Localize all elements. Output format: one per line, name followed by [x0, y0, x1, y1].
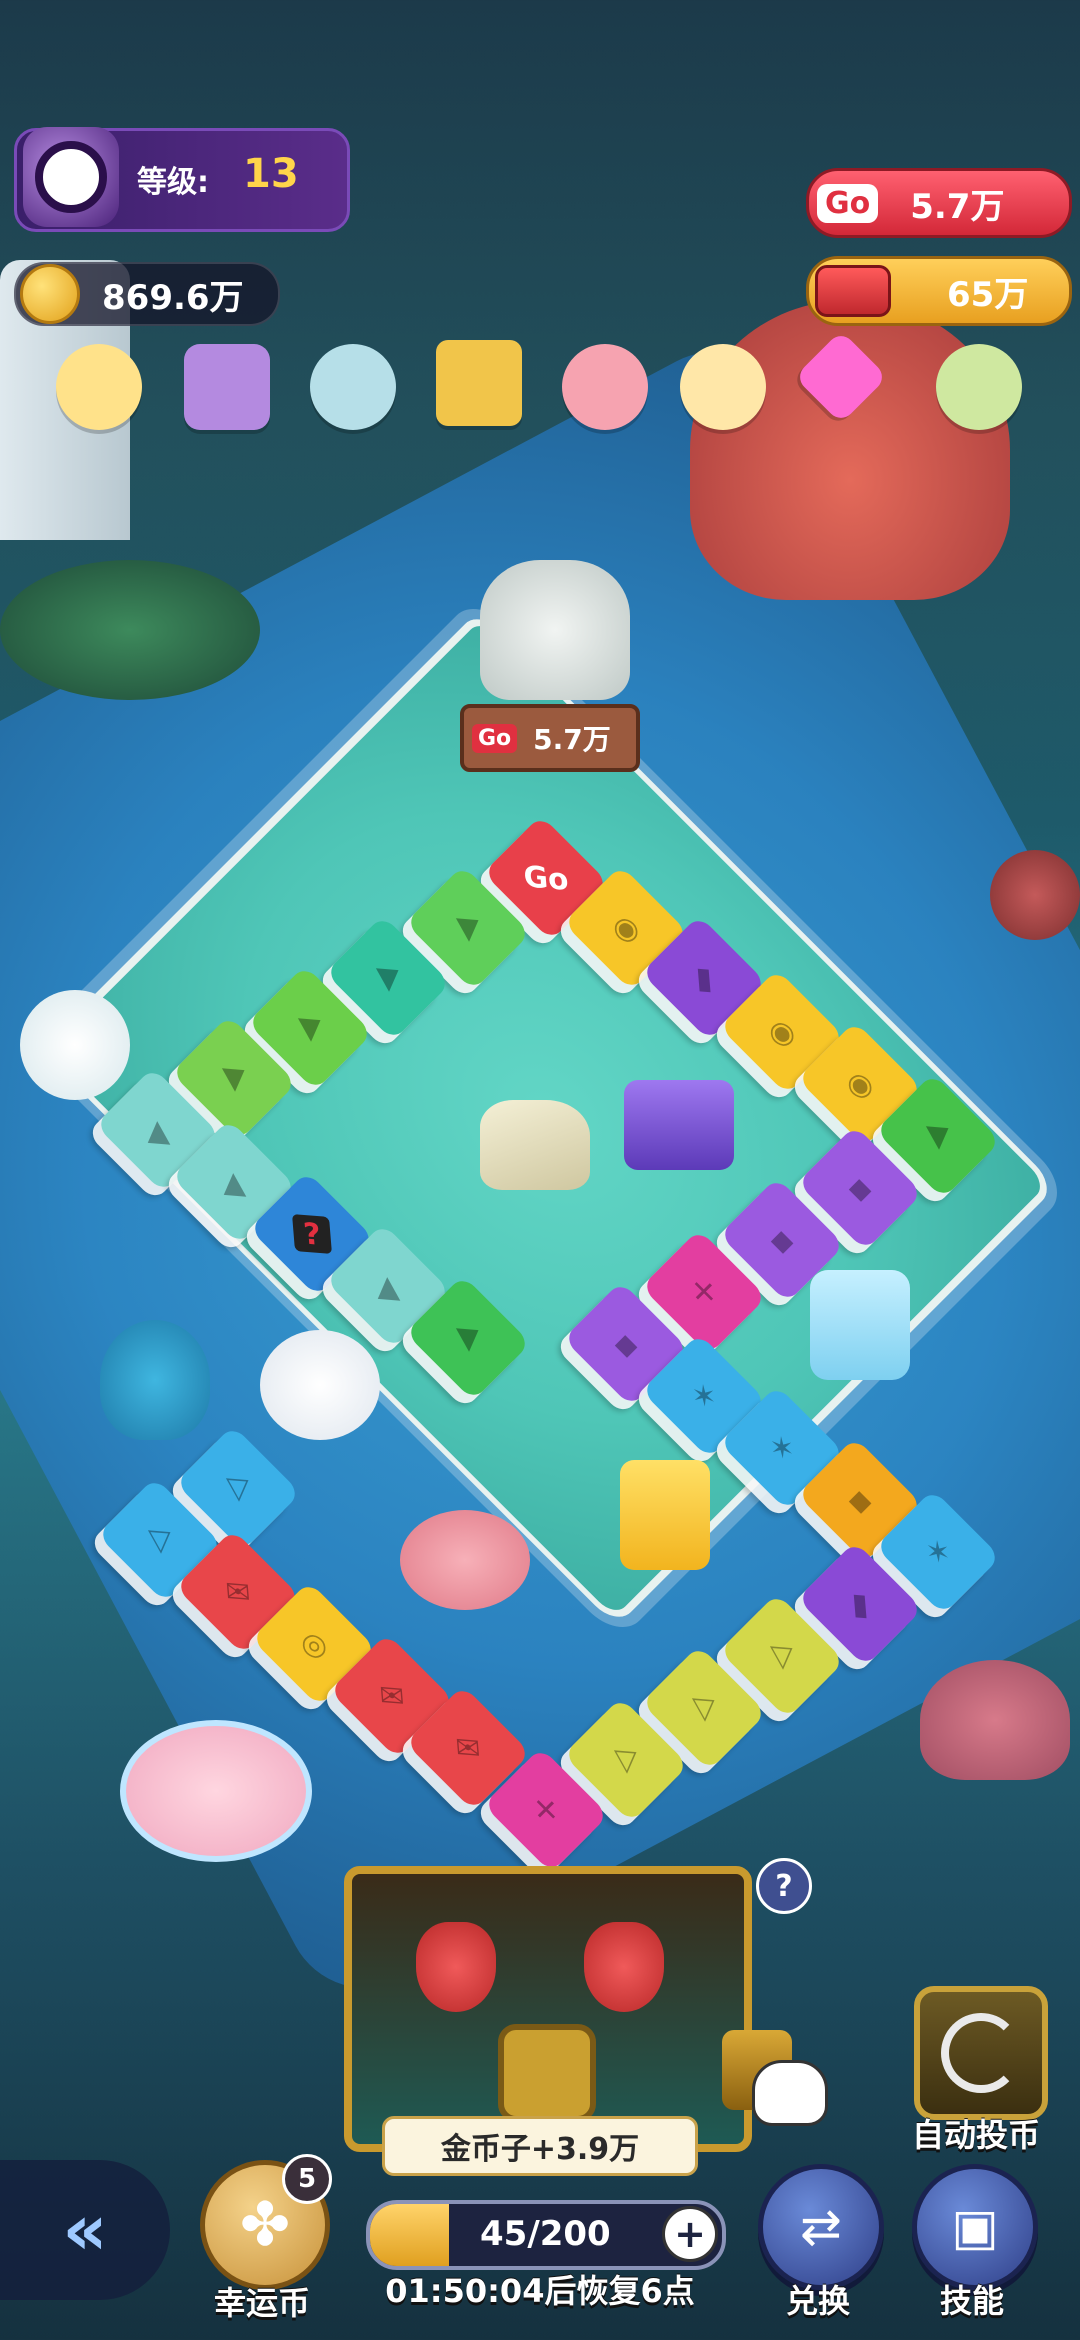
crown-counter[interactable]: 65万 — [806, 256, 1072, 326]
ice-penguin-figure — [810, 1270, 910, 1380]
book-character-icon[interactable] — [184, 344, 270, 430]
lucky-badge: 5 — [282, 2154, 332, 2204]
sleepy-bird-character-icon[interactable] — [936, 344, 1022, 430]
reward-label-box: 金币子+3.9万 — [382, 2116, 698, 2176]
lucky-coin-label: 幸运币 — [213, 2284, 310, 2322]
coin-counter[interactable]: 869.6万 — [14, 262, 280, 326]
go-sign-badge: Go — [472, 723, 518, 753]
question-icon: ? — [775, 1868, 793, 1904]
gold-coin-icon — [20, 264, 80, 324]
help-button[interactable]: ? — [756, 1858, 812, 1914]
go-counter[interactable]: Go 5.7万 — [806, 168, 1072, 238]
plus-icon: + — [674, 2212, 706, 2256]
chest-lock-icon — [498, 2024, 596, 2122]
go-sign: Go 5.7万 — [460, 704, 640, 772]
octopus — [920, 1660, 1070, 1780]
mummy-dragon — [480, 560, 630, 700]
lucky-badge-count: 5 — [297, 2164, 317, 2194]
reward-chest[interactable] — [344, 1866, 752, 2152]
treasure-chest-figure — [624, 1080, 734, 1170]
money-bag-icon — [584, 1922, 664, 2012]
add-energy-button[interactable]: + — [662, 2206, 718, 2262]
go-amount: 5.7万 — [910, 186, 1005, 227]
auto-coin-button[interactable] — [914, 1986, 1048, 2120]
skill-label: 技能 — [939, 2282, 1004, 2320]
penguin-figure — [100, 1320, 210, 1440]
money-bag-icon — [416, 1922, 496, 2012]
avatar-face-icon — [35, 141, 107, 213]
go-sign-amount: 5.7万 — [533, 723, 611, 756]
back-arrow-icon: « — [62, 2189, 108, 2271]
crown-icon — [815, 265, 891, 317]
crown-amount: 65万 — [947, 274, 1029, 315]
pig-bank-figure — [400, 1510, 530, 1610]
cards-character-icon[interactable] — [436, 340, 522, 426]
exchange-icon: ⇄ — [800, 2198, 842, 2256]
ghost-figure — [260, 1330, 380, 1440]
mystery-tile-label: ? — [292, 1214, 332, 1254]
tree-bush — [0, 560, 260, 700]
reward-text: 金币子+3.9万 — [440, 2132, 640, 2167]
back-button[interactable]: « — [0, 2160, 170, 2300]
exchange-button[interactable]: ⇄ — [758, 2164, 884, 2290]
avatar[interactable] — [23, 127, 119, 227]
auto-coin-label: 自动投币 — [911, 2116, 1040, 2154]
energy-fill — [370, 2204, 450, 2266]
pig-character-icon[interactable] — [562, 344, 648, 430]
bird-character-icon[interactable] — [56, 344, 142, 430]
refresh-icon — [941, 2013, 1021, 2093]
tap-hand-icon — [752, 2060, 828, 2126]
level-panel[interactable]: 等级: 13 — [14, 127, 350, 232]
cloud-pearl — [120, 1720, 312, 1862]
coin-amount: 869.6万 — [102, 277, 244, 318]
skill-card-icon: ▣ — [951, 2198, 999, 2256]
exchange-label: 兑换 — [785, 2282, 850, 2320]
clover-icon: ✤ — [239, 2190, 291, 2260]
go-icon: Go — [817, 183, 879, 223]
crystal-shrine-figure — [20, 990, 130, 1100]
chick-character-icon[interactable] — [310, 344, 396, 430]
rock-figure — [480, 1100, 590, 1190]
level-value: 13 — [243, 151, 299, 197]
recovery-text: 01:50:04后恢复6点 — [385, 2272, 695, 2310]
energy-value: 45/200 — [480, 2214, 611, 2254]
skill-button[interactable]: ▣ — [912, 2164, 1038, 2290]
level-label: 等级: — [137, 165, 209, 200]
gold-crystal-figure — [620, 1460, 710, 1570]
crab — [990, 850, 1080, 940]
duck-character-icon[interactable] — [680, 344, 766, 430]
